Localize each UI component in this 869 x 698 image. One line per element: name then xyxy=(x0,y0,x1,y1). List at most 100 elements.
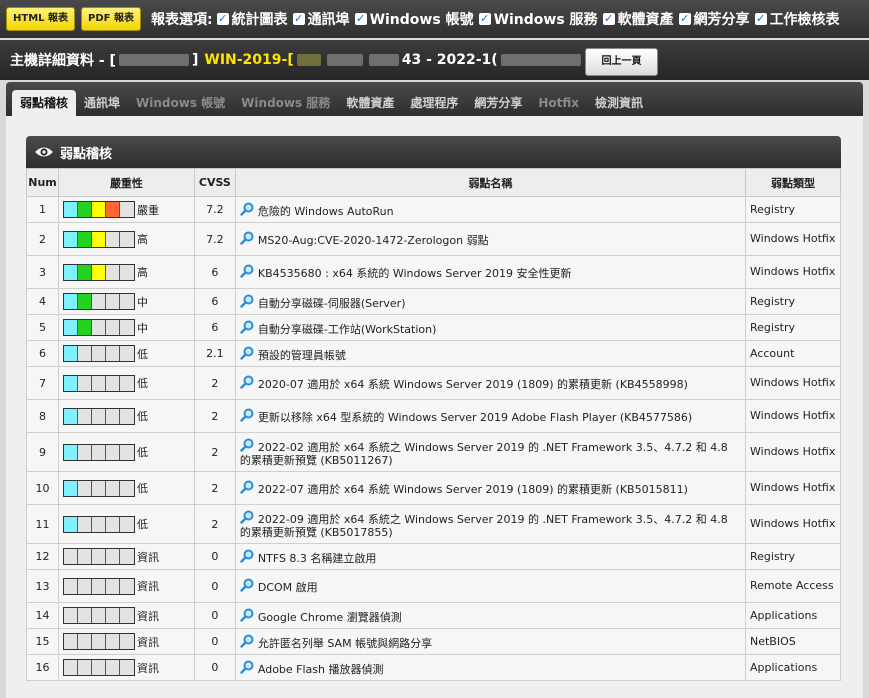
table-row[interactable]: 15 資訊 0 允許匿名列舉 SAM 帳號與網路分享 NetBIOS xyxy=(26,628,841,655)
table-row[interactable]: 11 低 2 2022-09 適用於 x64 系統之 Windows Server 2… xyxy=(26,504,841,544)
vuln-name-link[interactable]: 自動分享磁碟-伺服器(Server) xyxy=(258,297,406,310)
tab-item[interactable]: 通訊埠 xyxy=(76,90,128,116)
vuln-name-link[interactable]: KB4535680 : x64 系統的 Windows Server 2019 … xyxy=(258,267,572,280)
tab-item[interactable]: 弱點稽核 xyxy=(12,90,77,116)
checkbox-checked-icon[interactable]: ✓ xyxy=(754,13,767,25)
magnifier-icon[interactable] xyxy=(240,375,254,389)
report-option[interactable]: ✓ Windows 帳號 xyxy=(354,9,474,29)
report-option[interactable]: ✓ 統計圖表 xyxy=(216,9,288,29)
row-number: 16 xyxy=(26,654,59,681)
severity-segment xyxy=(91,408,106,424)
severity-segment xyxy=(105,480,120,496)
report-option[interactable]: ✓ 工作檢核表 xyxy=(754,9,840,29)
vuln-name-link[interactable]: Google Chrome 瀏覽器偵測 xyxy=(258,611,402,624)
vuln-name-link[interactable]: 預設的管理員帳號 xyxy=(258,349,346,362)
magnifier-icon[interactable] xyxy=(240,510,254,524)
vuln-name-link[interactable]: Adobe Flash 播放器偵測 xyxy=(258,663,384,676)
redacted-segment xyxy=(368,54,399,66)
magnifier-icon[interactable] xyxy=(240,320,254,334)
col-severity[interactable]: 嚴重性 xyxy=(57,168,195,197)
magnifier-icon[interactable] xyxy=(240,202,254,216)
report-option[interactable]: ✓ 網芳分享 xyxy=(678,9,750,29)
severity-segment xyxy=(105,408,120,424)
cvss-score: 0 xyxy=(193,628,236,655)
tab-item[interactable]: 軟體資產 xyxy=(338,90,402,116)
tab-item[interactable]: 網芳分享 xyxy=(466,90,530,116)
checkbox-checked-icon[interactable]: ✓ xyxy=(678,13,691,25)
row-number: 6 xyxy=(26,340,59,367)
table-row[interactable]: 4 中 6 自動分享磁碟-伺服器(Server) Registry xyxy=(26,288,841,315)
severity-cell: 資訊 xyxy=(57,569,195,603)
report-option[interactable]: ✓ 軟體資產 xyxy=(602,9,674,29)
vuln-name-link[interactable]: NTFS 8.3 名稱建立啟用 xyxy=(258,552,377,565)
magnifier-icon[interactable] xyxy=(240,264,254,278)
vuln-name-link[interactable]: DCOM 啟用 xyxy=(258,581,318,594)
checkbox-checked-icon[interactable]: ✓ xyxy=(216,13,229,25)
table-row[interactable]: 2 高 7.2 MS20-Aug:CVE-2020-1472-Zerologon 弱點… xyxy=(26,222,841,256)
magnifier-icon[interactable] xyxy=(240,294,254,308)
severity-segment xyxy=(63,346,78,361)
magnifier-icon[interactable] xyxy=(240,660,254,674)
checkbox-checked-icon[interactable]: ✓ xyxy=(602,13,615,25)
vuln-name-link[interactable]: 2022-02 適用於 x64 系統之 Windows Server 2019 … xyxy=(240,441,728,467)
cvss-score: 6 xyxy=(193,288,236,315)
table-row[interactable]: 6 低 2.1 預設的管理員帳號 Account xyxy=(26,340,841,367)
checkbox-checked-icon[interactable]: ✓ xyxy=(354,13,367,25)
table-row[interactable]: 9 低 2 2022-02 適用於 x64 系統之 Windows Server 20… xyxy=(26,432,841,472)
tab-item[interactable]: Windows 服務 xyxy=(233,90,338,116)
magnifier-icon[interactable] xyxy=(240,480,254,494)
vuln-type: Account xyxy=(745,340,841,367)
tab-item[interactable]: 處理程序 xyxy=(402,90,466,116)
vuln-name-link[interactable]: 允許匿名列舉 SAM 帳號與網路分享 xyxy=(258,637,432,650)
vuln-name-link[interactable]: 危險的 Windows AutoRun xyxy=(258,205,394,218)
table-row[interactable]: 14 資訊 0 Google Chrome 瀏覽器偵測 Applications xyxy=(26,602,841,629)
severity-cell: 高 xyxy=(57,222,195,256)
checkbox-checked-icon[interactable]: ✓ xyxy=(292,13,305,25)
vuln-name-cell: MS20-Aug:CVE-2020-1472-Zerologon 弱點 xyxy=(234,222,747,256)
table-row[interactable]: 13 資訊 0 DCOM 啟用 Remote Access xyxy=(26,569,841,603)
magnifier-icon[interactable] xyxy=(240,608,254,622)
vuln-type: Applications xyxy=(745,602,841,629)
cvss-score: 2 xyxy=(193,471,236,505)
magnifier-icon[interactable] xyxy=(240,634,254,648)
table-row[interactable]: 5 中 6 自動分享磁碟-工作站(WorkStation) Registry xyxy=(26,314,841,341)
magnifier-icon[interactable] xyxy=(240,346,254,360)
severity-segment xyxy=(63,578,78,594)
severity-cell: 低 xyxy=(57,366,195,400)
table-row[interactable]: 3 高 6 KB4535680 : x64 系統的 Windows Server 20… xyxy=(26,255,841,289)
magnifier-icon[interactable] xyxy=(240,231,254,245)
tab-item[interactable]: 檢測資訊 xyxy=(587,90,651,116)
tab-item[interactable]: Windows 帳號 xyxy=(128,90,233,116)
report-option[interactable]: ✓ Windows 服務 xyxy=(478,9,598,29)
vuln-name-link[interactable]: 2022-07 適用於 x64 系統 Windows Server 2019 (… xyxy=(258,483,688,496)
col-num[interactable]: Num xyxy=(26,168,59,197)
magnifier-icon[interactable] xyxy=(240,549,254,563)
magnifier-icon[interactable] xyxy=(240,578,254,592)
severity-segment xyxy=(63,634,78,649)
back-button[interactable]: 回上一頁 xyxy=(585,48,658,76)
table-row[interactable]: 7 低 2 2020-07 適用於 x64 系統 Windows Server 201… xyxy=(26,366,841,400)
table-row[interactable]: 1 嚴重 7.2 危險的 Windows AutoRun Registry xyxy=(26,196,841,223)
table-row[interactable]: 16 資訊 0 Adobe Flash 播放器偵測 Applications xyxy=(26,654,841,681)
col-vuln-type[interactable]: 弱點類型 xyxy=(745,168,841,197)
host-name: WIN-2019-[ xyxy=(204,52,294,68)
magnifier-icon[interactable] xyxy=(240,408,254,422)
row-number: 7 xyxy=(26,366,59,400)
vuln-name-link[interactable]: MS20-Aug:CVE-2020-1472-Zerologon 弱點 xyxy=(258,234,489,247)
table-row[interactable]: 8 低 2 更新以移除 x64 型系統的 Windows Server 2019 Ad… xyxy=(26,399,841,433)
report-option[interactable]: ✓ 通訊埠 xyxy=(292,9,350,29)
magnifier-icon[interactable] xyxy=(240,438,254,452)
vuln-name-link[interactable]: 自動分享磁碟-工作站(WorkStation) xyxy=(258,323,437,336)
vuln-name-link[interactable]: 2022-09 適用於 x64 系統之 Windows Server 2019 … xyxy=(240,513,728,539)
vuln-name-link[interactable]: 2020-07 適用於 x64 系統 Windows Server 2019 (… xyxy=(258,378,688,391)
vuln-name-link[interactable]: 更新以移除 x64 型系統的 Windows Server 2019 Adobe… xyxy=(258,411,692,424)
html-report-button[interactable]: HTML 報表 xyxy=(6,7,75,31)
checkbox-checked-icon[interactable]: ✓ xyxy=(478,13,491,25)
col-vuln-name[interactable]: 弱點名稱 xyxy=(234,168,747,197)
col-cvss[interactable]: CVSS xyxy=(193,168,236,197)
pdf-report-button[interactable]: PDF 報表 xyxy=(81,7,141,31)
table-row[interactable]: 12 資訊 0 NTFS 8.3 名稱建立啟用 Registry xyxy=(26,543,841,570)
table-row[interactable]: 10 低 2 2022-07 適用於 x64 系統 Windows Server 20… xyxy=(26,471,841,505)
tab-item[interactable]: Hotfix xyxy=(530,90,587,116)
severity-segment xyxy=(77,320,92,335)
